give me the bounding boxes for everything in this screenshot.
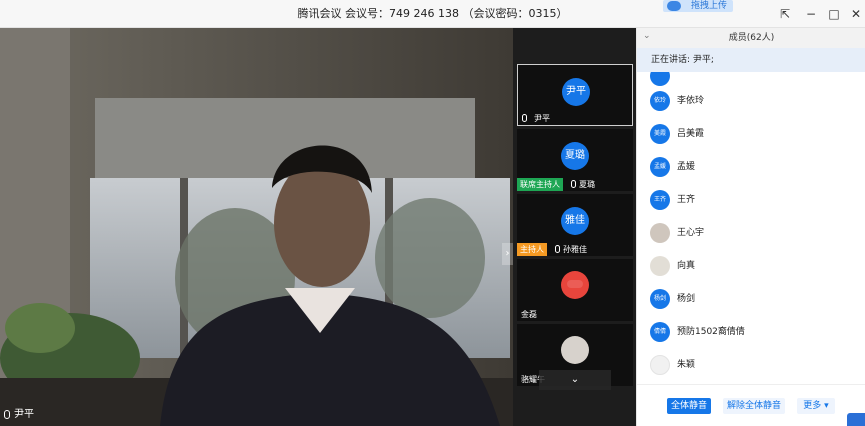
microphone-icon bbox=[522, 114, 527, 122]
drag-upload-button[interactable]: 拖拽上传 bbox=[663, 0, 733, 12]
microphone-icon bbox=[4, 410, 10, 419]
avatar bbox=[650, 72, 670, 86]
speaker-name: 尹平 bbox=[14, 409, 34, 420]
member-name: 向真 bbox=[677, 261, 696, 271]
list-item[interactable]: 王齐 王齐 bbox=[637, 184, 865, 217]
list-item[interactable]: 杨剑 杨剑 bbox=[637, 283, 865, 316]
avatar bbox=[650, 223, 670, 243]
host-badge: 主持人 bbox=[517, 243, 547, 256]
list-item[interactable]: 倩倩 预防1502裔倩倩 bbox=[637, 316, 865, 349]
participant-strip[interactable]: 尹平 尹平 夏璐 联席主持人 夏璐 雅佳 主持人 孙雅佳 金磊 骆耀午 ⌄ bbox=[513, 28, 636, 426]
participant-tile[interactable]: 尹平 尹平 bbox=[517, 64, 633, 126]
more-button[interactable]: 更多 ▾ bbox=[797, 398, 835, 414]
main-video[interactable]: 尹平 › bbox=[0, 28, 513, 426]
avatar: 夏璐 bbox=[561, 142, 589, 170]
speaking-indicator: 正在讲话: 尹平; bbox=[637, 48, 865, 72]
members-panel-header: ⌄ 成员(62人) bbox=[637, 28, 865, 48]
minimize-button[interactable]: − bbox=[803, 6, 819, 22]
speaker-name-tag: 尹平 bbox=[4, 408, 34, 422]
member-count: 成员(62人) bbox=[728, 33, 775, 43]
participant-name-text: 孙雅佳 bbox=[563, 245, 587, 254]
list-item[interactable]: 孟媛 孟媛 bbox=[637, 151, 865, 184]
members-panel: ⌄ 成员(62人) 正在讲话: 尹平; 依玲 李依玲 美霞 吕美霞 孟媛 孟媛 … bbox=[636, 28, 865, 426]
video-frame bbox=[0, 28, 513, 426]
avatar: 依玲 bbox=[650, 91, 670, 111]
avatar: 美霞 bbox=[650, 124, 670, 144]
co-host-badge: 联席主持人 bbox=[517, 178, 563, 191]
cloud-icon bbox=[667, 1, 681, 11]
avatar: 杨剑 bbox=[650, 289, 670, 309]
member-list[interactable]: 依玲 李依玲 美霞 吕美霞 孟媛 孟媛 王齐 王齐 王心宇 向真 杨剑 杨剑 倩… bbox=[637, 72, 865, 384]
member-name: 孟媛 bbox=[677, 162, 696, 172]
title-bar: 腾讯会议 会议号：749 246 138 （会议密码：0315） 拖拽上传 ⇱ … bbox=[0, 0, 865, 28]
list-item[interactable]: 依玲 李依玲 bbox=[637, 85, 865, 118]
avatar-sticker-icon bbox=[561, 271, 589, 299]
avatar: 雅佳 bbox=[561, 207, 589, 235]
member-name: 王心宇 bbox=[677, 228, 705, 238]
avatar bbox=[650, 256, 670, 276]
close-button[interactable]: ✕ bbox=[848, 6, 864, 22]
avatar: 孟媛 bbox=[650, 157, 670, 177]
participant-name: 金磊 bbox=[521, 310, 537, 319]
maximize-button[interactable]: □ bbox=[826, 6, 842, 22]
microphone-icon bbox=[555, 245, 560, 253]
list-item[interactable]: 王心宇 bbox=[637, 217, 865, 250]
list-item[interactable]: 朱颖 bbox=[637, 349, 865, 382]
drag-upload-label: 拖拽上传 bbox=[691, 1, 728, 11]
avatar: 倩倩 bbox=[650, 322, 670, 342]
chevron-right-icon[interactable]: › bbox=[502, 243, 513, 265]
corner-badge-icon bbox=[847, 413, 865, 426]
microphone-icon bbox=[571, 180, 576, 188]
member-name: 杨剑 bbox=[677, 294, 696, 304]
member-name: 预防1502裔倩倩 bbox=[677, 327, 745, 337]
unmute-all-button[interactable]: 解除全体静音 bbox=[723, 398, 785, 414]
avatar bbox=[561, 336, 589, 364]
participant-name-text: 夏璐 bbox=[579, 180, 595, 189]
participant-tile[interactable]: 夏璐 联席主持人 夏璐 bbox=[517, 129, 633, 191]
list-item[interactable]: 向真 bbox=[637, 250, 865, 283]
members-panel-footer: 全体静音 解除全体静音 更多 ▾ bbox=[637, 384, 865, 426]
member-name: 吕美霞 bbox=[677, 129, 705, 139]
participant-name-text: 尹平 bbox=[534, 114, 550, 123]
pin-icon[interactable]: ⇱ bbox=[777, 6, 793, 22]
avatar: 尹平 bbox=[562, 78, 590, 106]
participant-tile[interactable]: 雅佳 主持人 孙雅佳 bbox=[517, 194, 633, 256]
participant-name: 夏璐 bbox=[567, 178, 595, 191]
member-name: 朱颖 bbox=[677, 360, 696, 370]
member-name: 王齐 bbox=[677, 195, 696, 205]
participant-tile[interactable]: 金磊 bbox=[517, 259, 633, 321]
list-item[interactable]: 美霞 吕美霞 bbox=[637, 118, 865, 151]
chevron-down-icon[interactable]: ⌄ bbox=[539, 370, 611, 390]
member-name: 李依玲 bbox=[677, 96, 705, 106]
avatar: 王齐 bbox=[650, 190, 670, 210]
participant-name: 尹平 bbox=[518, 112, 550, 125]
meeting-title: 腾讯会议 会议号：749 246 138 （会议密码：0315） bbox=[297, 7, 568, 20]
mute-all-button[interactable]: 全体静音 bbox=[667, 398, 711, 414]
participant-name: 孙雅佳 bbox=[551, 243, 587, 256]
meeting-window: 腾讯会议 会议号：749 246 138 （会议密码：0315） 拖拽上传 ⇱ … bbox=[0, 0, 865, 426]
avatar bbox=[650, 355, 670, 375]
